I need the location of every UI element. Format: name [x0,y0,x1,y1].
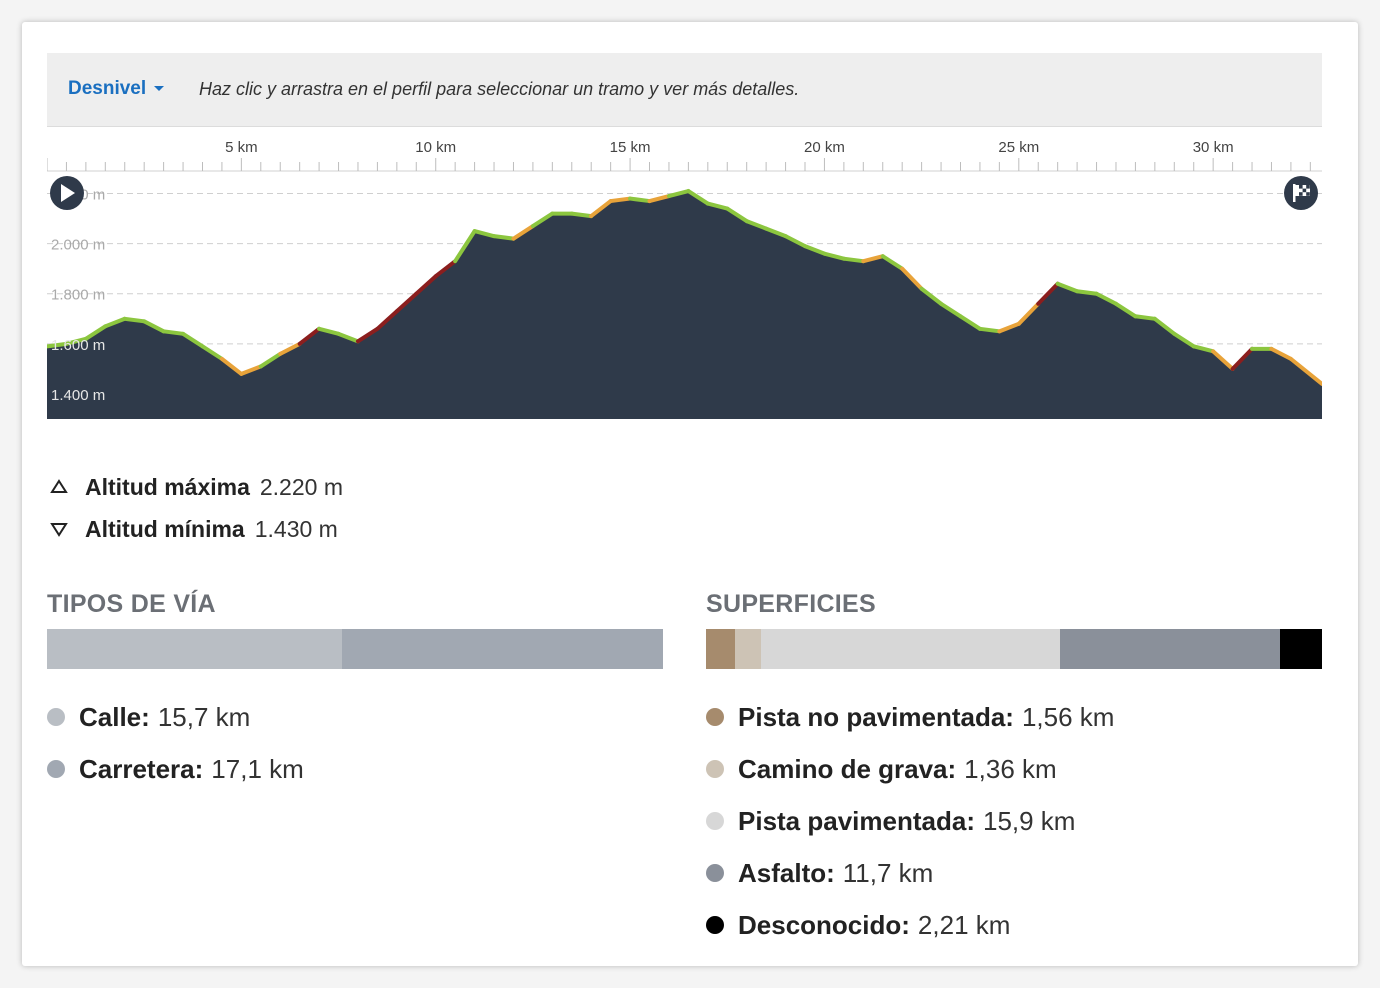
distance-ruler: 5 km 10 km 15 km 20 km 25 km 30 km [47,139,1322,172]
way-type-legend-value: 17,1 km [211,753,304,784]
surface-legend-label: Desconocido: [738,909,910,940]
surface-legend-item[interactable]: Camino de grava: 1,36 km [706,743,1322,795]
way-type-legend-label: Calle: [79,701,150,732]
elevation-segment [841,256,866,264]
surface-legend-label: Pista no pavimentada: [738,701,1014,732]
start-marker-icon[interactable] [50,176,84,210]
metric-dropdown-label: Desnivel [68,78,147,99]
surfaces-bar[interactable] [706,629,1322,669]
surface-legend-label: Asfalto: [738,857,835,888]
surface-legend-label: Pista pavimentada: [738,805,975,836]
way-types-legend: Calle: 15,7 km Carretera: 17,1 km [47,691,663,795]
surface-bar-segment[interactable] [1060,629,1281,669]
caret-down-icon [154,86,165,92]
elevation-segment [1133,314,1157,321]
way-type-bar-segment[interactable] [341,629,663,669]
elevation-area [47,191,1322,419]
max-altitude-label: Altitud máxima [85,473,250,500]
surface-legend-item[interactable]: Pista no pavimentada: 1,56 km [706,691,1322,743]
color-dot-icon [706,916,724,934]
surface-legend-value: 2,21 km [917,909,1011,940]
altitude-tick-label: 1.400 m [51,387,105,404]
color-dot-icon [47,760,65,778]
elevation-segment [1075,289,1099,296]
surfaces-title: SUPERFICIES [706,590,876,618]
way-type-legend-item[interactable]: Calle: 15,7 km [47,691,663,743]
way-type-legend-value: 15,7 km [157,701,251,732]
surface-legend-item[interactable]: Desconocido: 2,21 km [706,899,1322,951]
surface-legend-value: 15,9 km [982,805,1076,836]
surface-bar-segment[interactable] [706,629,736,669]
hint-text: Haz clic y arrastra en el perfil para se… [199,79,800,99]
surface-legend-label: Camino de grava: [738,753,957,784]
surfaces-section: SUPERFICIES Pista no pavimentada: 1,56 km… [706,590,1322,951]
surface-bar-segment[interactable] [1280,629,1322,669]
way-type-legend-item[interactable]: Carretera: 17,1 km [47,743,663,795]
elevation-segment [161,329,186,336]
distance-tick-label: 10 km [415,139,456,156]
color-dot-icon [706,760,724,778]
profile-toolbar: Desnivel Haz clic y arrastra en el perfi… [47,53,1322,127]
elevation-profile-chart[interactable]: 5 km 10 km 15 km 20 km 25 km 30 km 1.400 m 1.6… [47,126,1322,419]
color-dot-icon [47,708,65,726]
distance-tick-label: 30 km [1193,139,1234,156]
color-dot-icon [706,812,724,830]
elevation-segment [608,196,633,204]
distance-tick-label: 5 km [225,139,258,156]
finish-flag-icon[interactable] [1284,176,1318,210]
surface-legend-item[interactable]: Asfalto: 11,7 km [706,847,1322,899]
distance-tick-label: 15 km [610,139,651,156]
color-dot-icon [706,864,724,882]
surfaces-legend: Pista no pavimentada: 1,56 km Camino de gr… [706,691,1322,951]
surface-bar-segment[interactable] [760,629,1061,669]
altitude-tick-label: 2.000 m [51,237,105,254]
elevation-segment [977,326,1002,334]
min-altitude-row: Altitud mínima 1.430 m [50,508,343,550]
surface-legend-value: 11,7 km [842,857,934,888]
elevation-segment [122,316,147,324]
distance-tick-label: 25 km [998,139,1039,156]
altitude-tick-label: 1.600 m [51,337,105,354]
max-altitude-row: Altitud máxima 2.220 m [50,466,343,508]
surface-legend-value: 1,36 km [964,753,1057,784]
elevation-segment [628,196,652,204]
way-type-bar-segment[interactable] [47,629,342,669]
max-altitude-value: 2.220 m [259,473,343,500]
way-types-title: TIPOS DE VÍA [47,590,216,618]
surface-legend-value: 1,56 km [1021,701,1115,732]
triangle-up-icon [50,474,85,501]
surface-bar-segment[interactable] [735,629,761,669]
altitude-tick-label: 1.800 m [51,287,105,304]
elevation-segment [569,211,594,219]
way-types-section: TIPOS DE VÍA Calle: 15,7 km Carretera: 17,1… [47,590,663,795]
metric-dropdown[interactable]: Desnivel [68,78,165,100]
min-altitude-value: 1.430 m [254,515,338,542]
way-type-legend-label: Carretera: [79,753,204,784]
min-altitude-label: Altitud mínima [85,515,245,542]
elevation-segment [492,234,516,241]
surface-legend-item[interactable]: Pista pavimentada: 15,9 km [706,795,1322,847]
way-types-bar[interactable] [47,629,663,669]
altitude-stats: Altitud máxima 2.220 m Altitud mínima 1.… [50,466,343,550]
distance-tick-label: 20 km [804,139,845,156]
color-dot-icon [706,708,724,726]
triangle-down-icon [50,516,85,543]
